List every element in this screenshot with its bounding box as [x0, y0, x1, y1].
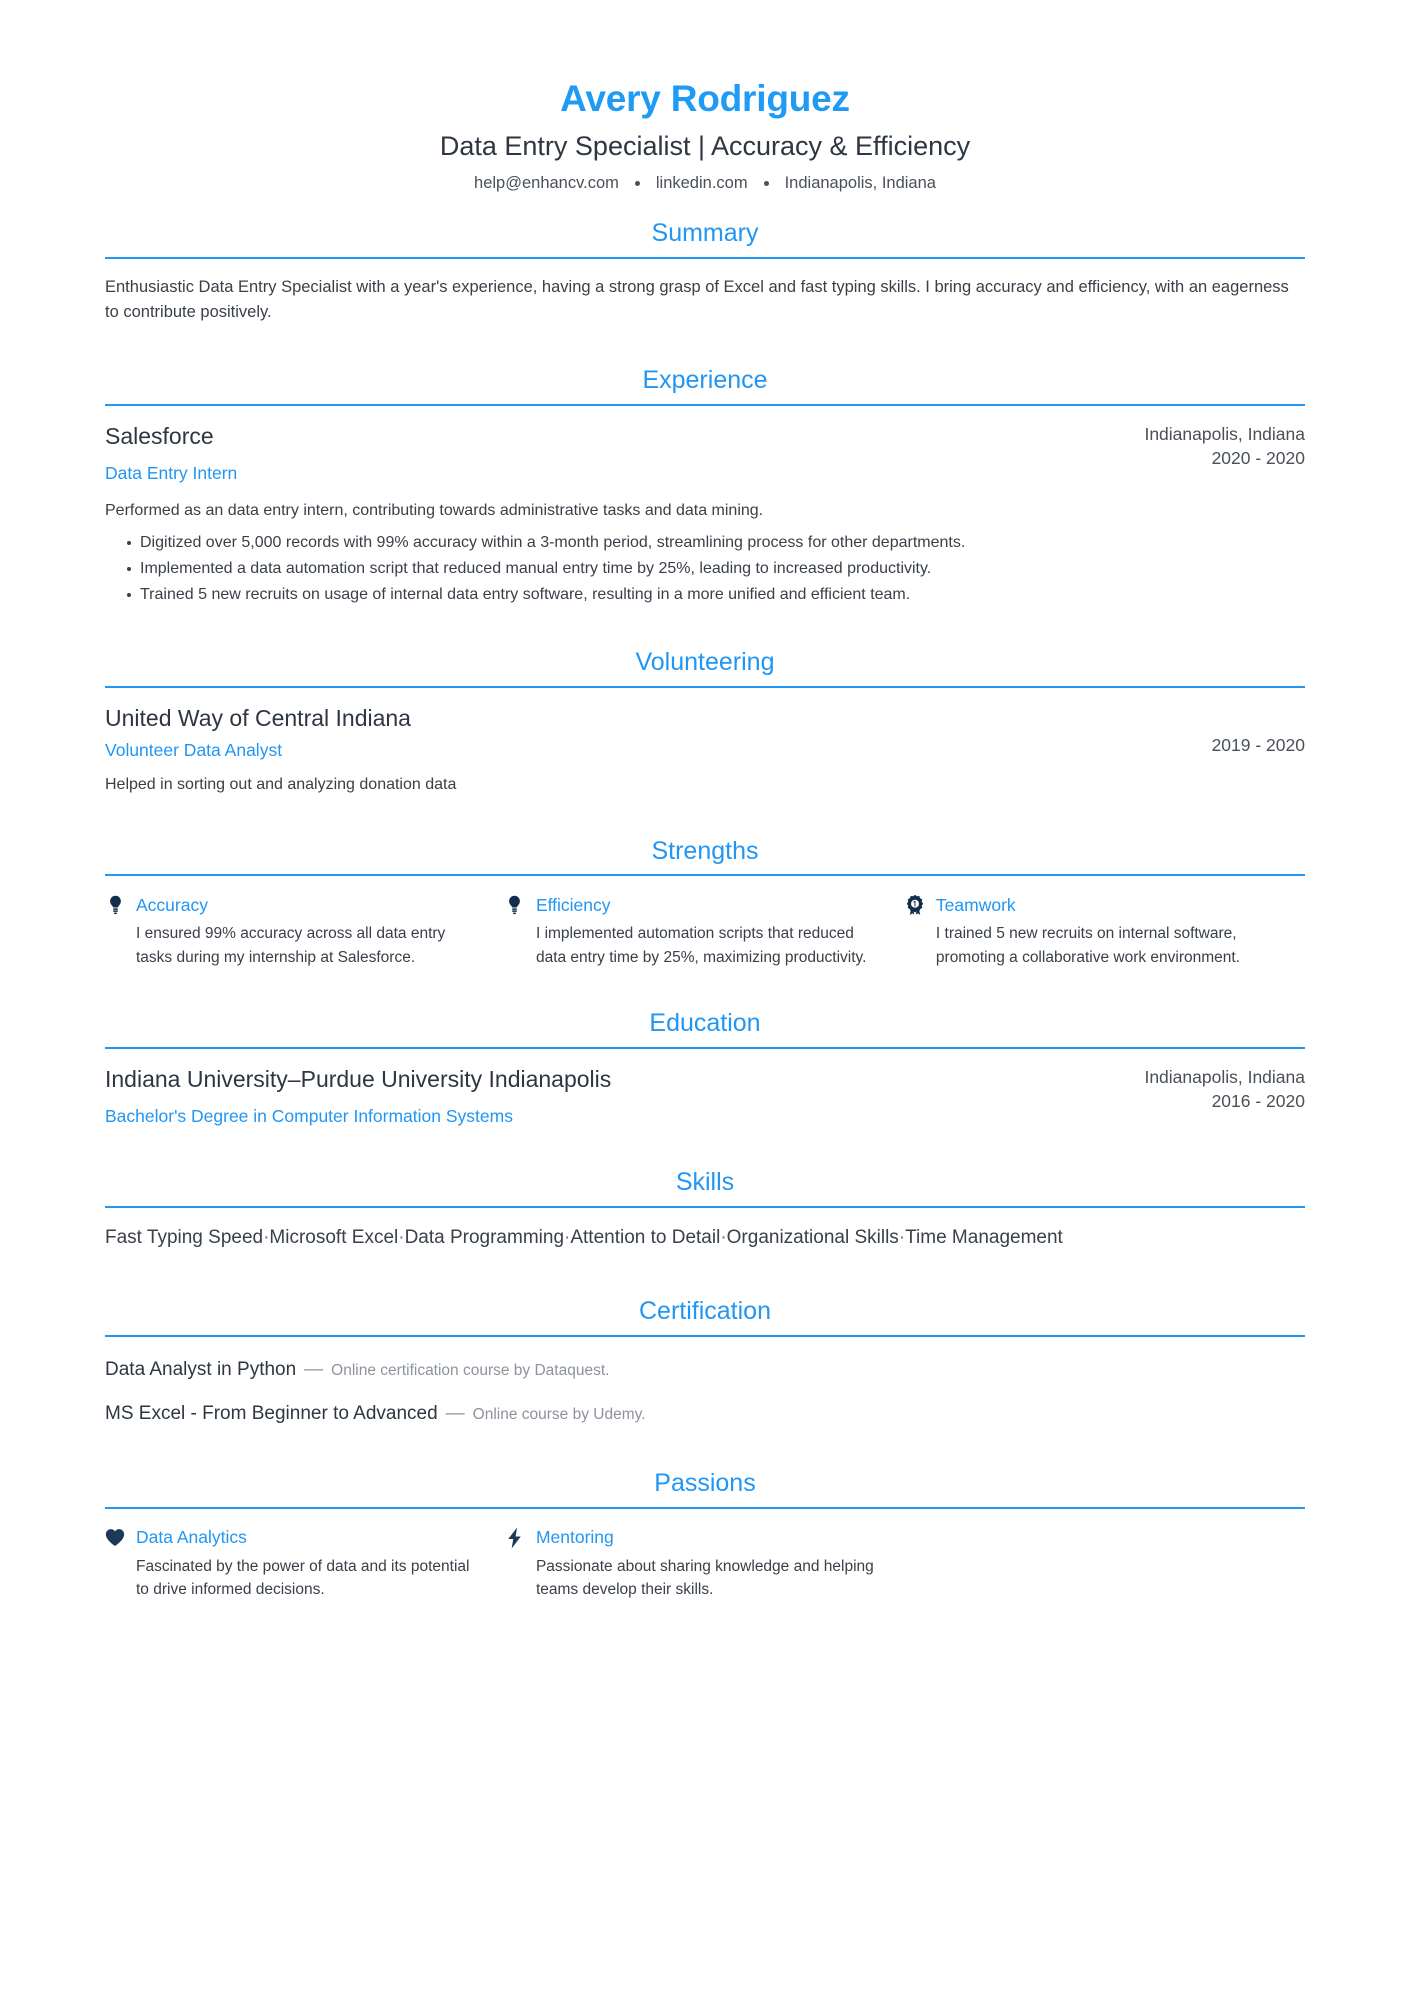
volunteering-organization: United Way of Central Indiana: [105, 704, 411, 731]
section-skills: Skills Fast Typing Speed·Microsoft Excel…: [105, 1168, 1305, 1253]
contact-location: Indianapolis, Indiana: [784, 173, 936, 192]
strength-text: I implemented automation scripts that re…: [535, 925, 867, 966]
passion-title: Data Analytics: [136, 1527, 247, 1548]
bullet-separator-icon: [634, 180, 640, 186]
certification-dash: —: [304, 1359, 324, 1381]
candidate-name: Avery Rodriguez: [560, 78, 850, 119]
passions-grid: Data Analytics Fascinated by the power o…: [105, 1527, 1305, 1602]
experience-bullet-list: Digitized over 5,000 records with 99% ac…: [105, 530, 1305, 608]
section-summary: Summary Enthusiastic Data Entry Speciali…: [105, 219, 1305, 326]
strength-item-accuracy: Accuracy I ensured 99% accuracy across a…: [105, 894, 505, 969]
list-item: Digitized over 5,000 records with 99% ac…: [127, 530, 1305, 556]
skill-item: Fast Typing Speed: [105, 1227, 264, 1249]
section-volunteering: Volunteering United Way of Central India…: [105, 648, 1305, 797]
education-location: Indianapolis, Indiana: [1144, 1066, 1305, 1087]
section-divider: [105, 256, 1305, 259]
strength-title: Accuracy: [136, 894, 208, 915]
skill-item: Time Management: [905, 1227, 1063, 1249]
section-divider: [105, 685, 1305, 688]
strength-title: Teamwork: [935, 894, 1016, 915]
strength-text: I ensured 99% accuracy across all data e…: [136, 925, 446, 966]
certification-item: Data Analyst in Python — Online certificat…: [105, 1359, 1305, 1381]
section-divider: [105, 874, 1305, 877]
section-divider: [105, 1506, 1305, 1509]
strengths-grid: Accuracy I ensured 99% accuracy across a…: [105, 894, 1305, 969]
list-item: Trained 5 new recruits on usage of inter…: [127, 582, 1305, 608]
education-dates: 2016 - 2020: [1211, 1091, 1305, 1112]
section-title-education: Education: [649, 1008, 761, 1037]
education-degree: Bachelor's Degree in Computer Informatio…: [105, 1106, 513, 1127]
certification-description: Online certification course by Dataquest…: [331, 1362, 610, 1380]
section-divider: [105, 1206, 1305, 1209]
lightning-bolt-icon: [505, 1527, 525, 1549]
strength-item-efficiency: Efficiency I implemented automation scri…: [505, 894, 905, 969]
summary-text: Enthusiastic Data Entry Specialist with …: [105, 277, 1289, 322]
volunteering-dates: 2019 - 2020: [1211, 734, 1305, 755]
skill-item: Attention to Detail: [570, 1227, 721, 1249]
passion-text: Passionate about sharing knowledge and h…: [535, 1557, 874, 1599]
experience-role: Data Entry Intern: [105, 463, 238, 484]
contact-line: help@enhancv.com linkedin.com Indianapol…: [105, 174, 1305, 193]
passion-text: Fascinated by the power of data and its …: [136, 1557, 470, 1599]
bullet-separator-icon: [763, 180, 769, 186]
section-divider: [105, 1046, 1305, 1049]
experience-dates: 2020 - 2020: [1211, 448, 1305, 469]
strength-text: I trained 5 new recruits on internal sof…: [935, 925, 1241, 966]
lightbulb-icon: [105, 894, 125, 916]
resume-page: Avery Rodriguez Data Entry Specialist | …: [0, 0, 1410, 1995]
volunteering-role: Volunteer Data Analyst: [105, 739, 283, 760]
experience-company: Salesforce: [105, 422, 214, 449]
experience-location: Indianapolis, Indiana: [1144, 423, 1305, 444]
volunteering-description: Helped in sorting out and analyzing dona…: [105, 776, 457, 794]
education-school: Indiana University–Purdue University Ind…: [105, 1065, 612, 1092]
contact-email[interactable]: help@enhancv.com: [474, 174, 619, 193]
skill-item: Microsoft Excel: [269, 1227, 399, 1249]
certification-dash: —: [445, 1403, 465, 1425]
section-title-skills: Skills: [675, 1168, 735, 1197]
passion-title: Mentoring: [535, 1527, 614, 1548]
heart-icon: [105, 1527, 125, 1549]
candidate-headline: Data Entry Specialist | Accuracy & Effic…: [439, 130, 971, 161]
section-experience: Experience Salesforce Data Entry Intern …: [105, 366, 1305, 608]
certification-item: MS Excel - From Beginner to Advanced — Onl…: [105, 1403, 1305, 1425]
section-title-summary: Summary: [651, 218, 759, 247]
section-divider: [105, 1335, 1305, 1338]
award-ribbon-icon: [905, 894, 925, 916]
certification-description: Online course by Udemy.: [472, 1406, 646, 1424]
section-title-experience: Experience: [642, 365, 768, 394]
passion-item-mentoring: Mentoring Passionate about sharing knowl…: [505, 1527, 905, 1602]
section-title-passions: Passions: [654, 1469, 756, 1498]
skill-item: Data Programming: [404, 1227, 565, 1249]
experience-description: Performed as an data entry intern, contr…: [105, 502, 764, 520]
passion-item-data-analytics: Data Analytics Fascinated by the power o…: [105, 1527, 505, 1602]
section-education: Education Indiana University–Purdue Univ…: [105, 1009, 1305, 1128]
resume-header: Avery Rodriguez Data Entry Specialist | …: [105, 78, 1305, 193]
strength-title: Efficiency: [535, 894, 611, 915]
lightbulb-icon: [505, 894, 525, 916]
section-passions: Passions Data Analytics Fascinated by th…: [105, 1469, 1305, 1601]
contact-linkedin[interactable]: linkedin.com: [656, 174, 748, 193]
section-strengths: Strengths Accuracy I ensured 99% accurac…: [105, 837, 1305, 969]
education-entry: Indiana University–Purdue University Ind…: [105, 1065, 1305, 1129]
volunteering-entry: United Way of Central Indiana Volunteer …: [105, 704, 1305, 797]
experience-entry: Salesforce Data Entry Intern Indianapoli…: [105, 422, 1305, 609]
list-item: Implemented a data automation script tha…: [127, 556, 1305, 582]
certification-name: MS Excel - From Beginner to Advanced: [105, 1403, 438, 1425]
section-certification: Certification Data Analyst in Python — Onl…: [105, 1297, 1305, 1425]
strength-item-teamwork: Teamwork I trained 5 new recruits on int…: [905, 894, 1305, 969]
section-title-certification: Certification: [639, 1297, 771, 1326]
section-divider: [105, 403, 1305, 406]
section-title-strengths: Strengths: [651, 836, 759, 865]
section-title-volunteering: Volunteering: [635, 648, 775, 677]
certification-name: Data Analyst in Python: [105, 1359, 297, 1381]
skills-list: Fast Typing Speed·Microsoft Excel·Data P…: [105, 1222, 1215, 1253]
skill-item: Organizational Skills: [726, 1227, 899, 1249]
